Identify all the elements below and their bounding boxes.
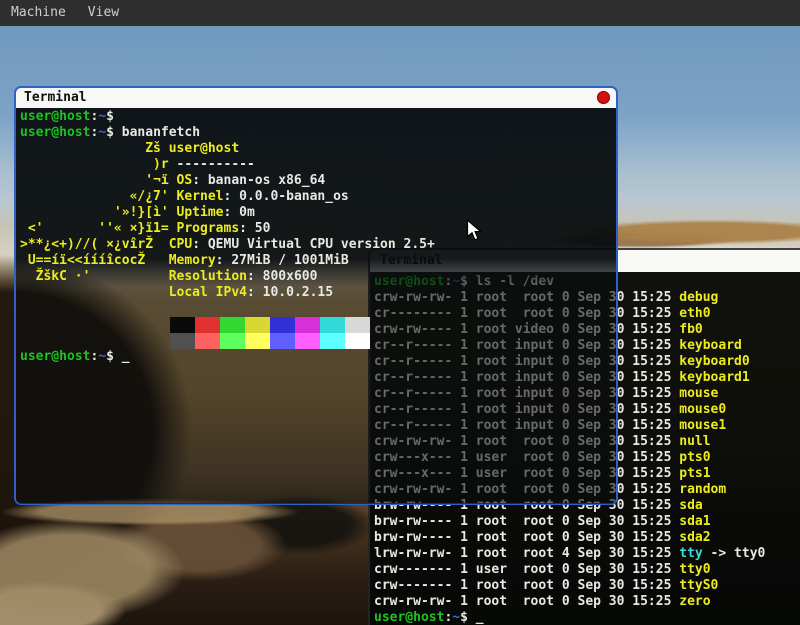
terminal-line: '»!}[ì' Uptime: 0m — [20, 205, 616, 221]
terminal-line — [20, 317, 616, 333]
terminal-line: ŽškC ·' Resolution: 800x600 — [20, 269, 616, 285]
color-swatch — [245, 333, 270, 349]
terminal-line: crw------- 1 user root 0 Sep 30 15:25 tt… — [374, 562, 800, 578]
terminal-line: «/¿7' Kernel: 0.0.0-banan_os — [20, 189, 616, 205]
terminal-line — [20, 301, 616, 317]
mouse-pointer-icon — [466, 219, 483, 246]
menu-bar: Machine View — [0, 0, 800, 26]
ansi-color-palette-row — [170, 333, 616, 349]
terminal-output[interactable]: user@host:~$user@host:~$ bananfetch Zš u… — [16, 108, 616, 504]
color-swatch — [295, 317, 320, 333]
color-swatch — [195, 317, 220, 333]
terminal-line: lrw-rw-rw- 1 root root 4 Sep 30 15:25 tt… — [374, 546, 800, 562]
terminal-line — [20, 333, 616, 349]
terminal-window-bananfetch[interactable]: Terminal user@host:~$user@host:~$ bananf… — [14, 86, 618, 505]
color-swatch — [345, 317, 370, 333]
color-swatch — [345, 333, 370, 349]
terminal-line: Zš user@host — [20, 141, 616, 157]
terminal-line: user@host:~$ _ — [374, 610, 800, 625]
color-swatch — [170, 333, 195, 349]
terminal-line: brw-rw---- 1 root root 0 Sep 30 15:25 sd… — [374, 530, 800, 546]
terminal-line: Local IPv4: 10.0.2.15 — [20, 285, 616, 301]
close-button[interactable] — [597, 91, 610, 104]
terminal-line: '¬ï OS: banan-os x86_64 — [20, 173, 616, 189]
color-swatch — [320, 317, 345, 333]
color-swatch — [220, 317, 245, 333]
color-swatch — [270, 333, 295, 349]
color-swatch — [170, 317, 195, 333]
menu-machine[interactable]: Machine — [0, 0, 77, 26]
terminal-line: )r ---------- — [20, 157, 616, 173]
color-swatch — [320, 333, 345, 349]
terminal-line: user@host:~$ bananfetch — [20, 125, 616, 141]
terminal-line: crw------- 1 root root 0 Sep 30 15:25 tt… — [374, 578, 800, 594]
color-swatch — [270, 317, 295, 333]
window-title: Terminal — [24, 90, 87, 105]
color-swatch — [245, 317, 270, 333]
window-titlebar[interactable]: Terminal — [16, 88, 616, 108]
terminal-line: user@host:~$ _ — [20, 349, 616, 365]
color-swatch — [220, 333, 245, 349]
desktop: Machine View Terminal user@host:~$ ls -l… — [0, 0, 800, 625]
terminal-line: >**¿<+)//( ×¿vîrŽ CPU: QEMU Virtual CPU … — [20, 237, 616, 253]
terminal-line: crw-rw-rw- 1 root root 0 Sep 30 15:25 ze… — [374, 594, 800, 610]
menu-view[interactable]: View — [77, 0, 130, 26]
terminal-line: <' ''« ×}ï1= Programs: 50 — [20, 221, 616, 237]
terminal-line: user@host:~$ — [20, 109, 616, 125]
terminal-line: brw-rw---- 1 root root 0 Sep 30 15:25 sd… — [374, 514, 800, 530]
color-swatch — [195, 333, 220, 349]
terminal-line: U==íï<<íííîcocŽ Memory: 27MiB / 1001MiB — [20, 253, 616, 269]
color-swatch — [295, 333, 320, 349]
ansi-color-palette-row — [170, 317, 616, 333]
